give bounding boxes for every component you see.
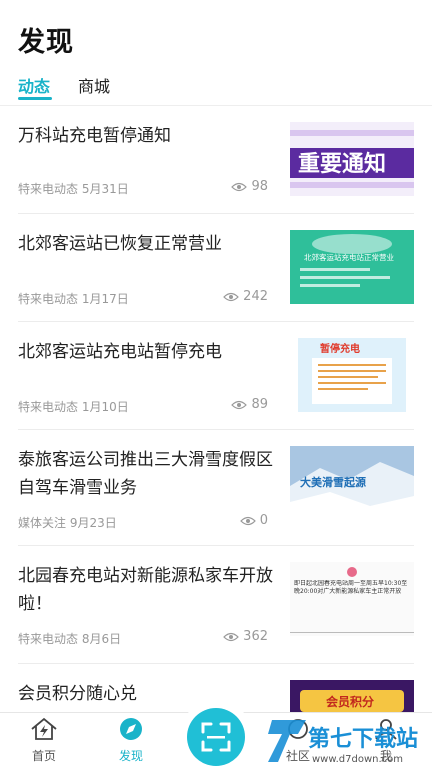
- watermark-logo: [268, 720, 306, 762]
- article-thumbnail: 即日起北园春充电站周一至周五早10:30至晚20:00对广大新能源私家车主正常开…: [290, 562, 414, 636]
- thumb-text: 会员积分: [326, 694, 374, 709]
- thumb-text: 重要通知: [298, 151, 386, 177]
- scan-icon: [201, 722, 231, 752]
- header: 发现: [0, 0, 432, 64]
- article-meta: 媒体关注 9月23日: [18, 514, 117, 531]
- article-date: 5月31日: [81, 182, 129, 196]
- article-source: 特来电动态: [18, 292, 79, 306]
- article-thumbnail: 大美滑雪起源: [290, 446, 414, 520]
- article-item[interactable]: 万科站充电暂停通知 特来电动态 5月31日 98 重要通知: [18, 106, 414, 214]
- watermark: 第七下载站 www.d7down.com: [268, 712, 432, 768]
- watermark-text: 第七下载站: [308, 726, 418, 752]
- article-title: 北园春充电站对新能源私家车开放啦！: [18, 566, 273, 614]
- article-source: 特来电动态: [18, 182, 79, 196]
- eye-icon: [239, 516, 256, 525]
- view-count-value: 0: [259, 513, 268, 528]
- article-date: 1月17日: [81, 292, 129, 306]
- article-source: 特来电动态: [18, 632, 79, 646]
- scan-button-circle: [187, 708, 245, 766]
- thumb-text: 北郊客运站充电站正常营业: [304, 252, 394, 262]
- watermark-url: www.d7down.com: [312, 754, 403, 765]
- article-meta: 特来电动态 5月31日: [18, 180, 129, 197]
- article-title: 万科站充电暂停通知: [18, 126, 171, 146]
- article-meta: 特来电动态 1月17日: [18, 290, 129, 307]
- article-source: 特来电动态: [18, 400, 79, 414]
- page-title: 发现: [18, 27, 74, 58]
- tab-dynamics[interactable]: 动态: [18, 73, 50, 97]
- view-count: 0: [239, 513, 268, 528]
- article-title: 北郊客运站已恢复正常营业: [18, 234, 222, 254]
- view-count-value: 89: [251, 397, 268, 412]
- tab-bar: 动态 商城: [0, 66, 432, 106]
- thumb-text: 暂停充电: [320, 342, 360, 355]
- eye-icon: [231, 400, 248, 409]
- article-feed[interactable]: 万科站充电暂停通知 特来电动态 5月31日 98 重要通知 北郊客运站已恢复正常…: [0, 106, 432, 712]
- article-item[interactable]: 北园春充电站对新能源私家车开放啦！ 特来电动态 8月6日 362 即日起北园春充…: [18, 546, 414, 664]
- article-title: 泰旅客运公司推出三大滑雪度假区自驾车滑雪业务: [18, 450, 273, 498]
- article-date: 1月10日: [81, 400, 129, 414]
- tab-mall[interactable]: 商城: [78, 73, 110, 97]
- home-icon: [31, 717, 57, 740]
- view-count-value: 98: [251, 179, 268, 194]
- view-count-value: 242: [243, 289, 268, 304]
- article-title: 北郊客运站充电站暂停充电: [18, 342, 222, 362]
- compass-icon: [120, 718, 142, 740]
- article-thumbnail: 北郊客运站充电站正常营业: [290, 230, 414, 304]
- article-date: 8月6日: [81, 632, 122, 646]
- eye-icon: [223, 632, 240, 641]
- article-item[interactable]: 泰旅客运公司推出三大滑雪度假区自驾车滑雪业务 媒体关注 9月23日 0 大美滑雪…: [18, 430, 414, 546]
- view-count-value: 362: [243, 629, 268, 644]
- thumb-text: 即日起北园春充电站周一至周五早10:30至晚20:00对广大新能源私家车主正常开…: [294, 580, 408, 595]
- article-item[interactable]: 北郊客运站已恢复正常营业 特来电动态 1月17日 242 北郊客运站充电站正常营…: [18, 214, 414, 322]
- view-count: 362: [223, 629, 268, 644]
- article-thumbnail: 会员积分: [290, 680, 414, 712]
- article-item[interactable]: 北郊客运站充电站暂停充电 特来电动态 1月10日 89 暂停充电: [18, 322, 414, 430]
- article-source: 媒体关注: [18, 516, 67, 530]
- article-thumbnail: 重要通知: [290, 122, 414, 196]
- nav-discover-label: 发现: [118, 749, 143, 763]
- article-date: 9月23日: [69, 516, 117, 530]
- view-count: 89: [231, 397, 268, 412]
- scan-button[interactable]: [179, 700, 253, 768]
- article-meta: 特来电动态 1月10日: [18, 398, 129, 415]
- nav-home-label: 首页: [31, 749, 56, 763]
- eye-icon: [231, 182, 248, 191]
- nav-discover[interactable]: 发现: [101, 717, 161, 764]
- view-count: 242: [223, 289, 268, 304]
- article-title: 会员积分随心兑: [18, 684, 137, 704]
- thumb-text: 大美滑雪起源: [300, 475, 366, 489]
- view-count: 98: [231, 179, 268, 194]
- article-thumbnail: 暂停充电: [290, 338, 414, 412]
- nav-home[interactable]: 首页: [14, 717, 74, 764]
- article-meta: 特来电动态 8月6日: [18, 630, 121, 647]
- eye-icon: [223, 292, 240, 301]
- tab-active-indicator: [18, 97, 52, 100]
